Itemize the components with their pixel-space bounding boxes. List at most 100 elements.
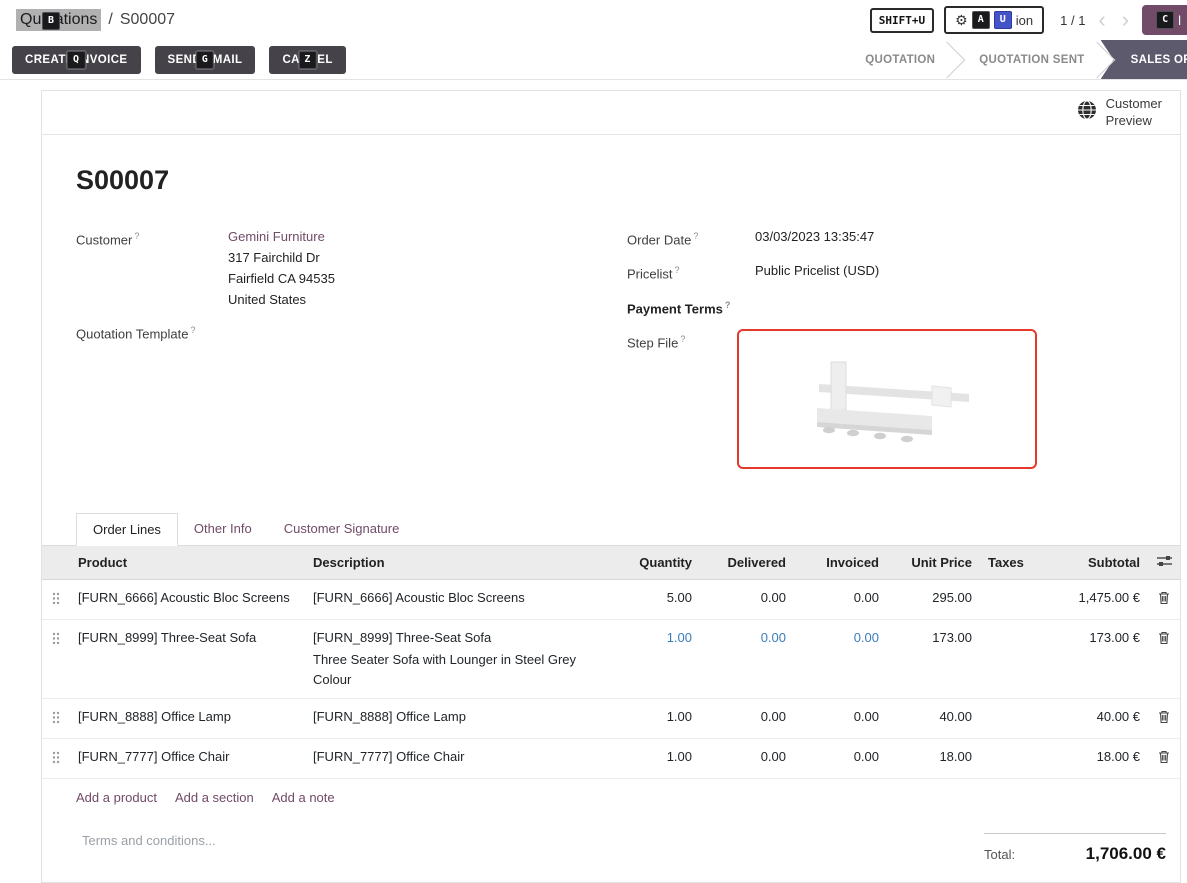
product-cell[interactable]: [FURN_6666] Acoustic Bloc Screens	[70, 579, 305, 619]
quotation-template-field: Quotation Template?	[76, 320, 591, 344]
subtotal-column-header[interactable]: Subtotal	[1028, 546, 1148, 580]
invoiced-column-header[interactable]: Invoiced	[794, 546, 887, 580]
summary-row: Terms and conditions... Total: 1,706.00 …	[42, 805, 1180, 882]
shortcut-badge-shift-u: SHIFT+U	[870, 8, 934, 33]
breadcrumb-current-record: S00007	[120, 11, 175, 29]
order-line-row[interactable]: [FURN_6666] Acoustic Bloc Screens [FURN_…	[42, 579, 1180, 619]
status-step-quotation[interactable]: QUOTATION	[837, 40, 951, 79]
cancel-button[interactable]: CANCEL Z	[269, 46, 345, 74]
customer-field-value: Gemini Furniture 317 Fairchild Dr Fairfi…	[228, 226, 335, 310]
partial-create-button-label: l	[1178, 13, 1181, 28]
quotation-sheet: Customer Preview S00007 Customer? Gemini…	[41, 90, 1181, 883]
pager-previous-icon[interactable]: ‹	[1095, 9, 1108, 31]
status-step-quotation-sent[interactable]: QUOTATION SENT	[951, 40, 1100, 79]
pricelist-value[interactable]: Public Pricelist (USD)	[755, 260, 879, 281]
delivered-cell: 0.00	[700, 698, 794, 738]
unit-price-cell[interactable]: 173.00	[887, 619, 980, 698]
order-date-value[interactable]: 03/03/2023 13:35:47	[755, 226, 874, 247]
field-column-left: Customer? Gemini Furniture 317 Fairchild…	[76, 226, 591, 354]
unit-price-cell[interactable]: 40.00	[887, 698, 980, 738]
customer-preview-button[interactable]: Customer Preview	[1077, 96, 1162, 129]
subtotal-cell: 40.00 €	[1028, 698, 1148, 738]
total-label: Total:	[984, 847, 1015, 862]
description-cell[interactable]: [FURN_6666] Acoustic Bloc Screens	[305, 579, 610, 619]
optional-columns-header[interactable]	[1148, 546, 1180, 580]
taxes-column-header[interactable]: Taxes	[980, 546, 1028, 580]
unit-price-cell[interactable]: 295.00	[887, 579, 980, 619]
breadcrumb-separator: /	[108, 11, 112, 29]
tab-other-info[interactable]: Other Info	[178, 513, 268, 545]
delivered-column-header[interactable]: Delivered	[700, 546, 794, 580]
taxes-cell[interactable]	[980, 619, 1028, 698]
delete-line-icon[interactable]	[1158, 751, 1170, 766]
invoiced-cell: 0.00	[794, 579, 887, 619]
customer-preview-label: Customer Preview	[1106, 96, 1162, 129]
action-buttons-group: CREATE INVOICE Q SEND EMAIL G CANCEL Z	[12, 46, 346, 74]
sheet-top-strip: Customer Preview	[42, 91, 1180, 135]
tab-order-lines[interactable]: Order Lines	[76, 513, 178, 546]
payment-terms-input[interactable]	[755, 295, 935, 316]
send-email-button[interactable]: SEND EMAIL G	[155, 46, 256, 74]
unit-price-cell[interactable]: 18.00	[887, 738, 980, 778]
delete-line-icon[interactable]	[1158, 632, 1170, 647]
drag-handle-icon[interactable]	[52, 633, 60, 648]
taxes-cell[interactable]	[980, 698, 1028, 738]
add-section-link[interactable]: Add a section	[175, 790, 254, 805]
keyboard-hint-b: B	[42, 12, 60, 30]
quotation-template-label: Quotation Template?	[76, 320, 228, 344]
step-file-field: Step File?	[627, 329, 1146, 469]
partial-create-button[interactable]: C l	[1142, 5, 1187, 35]
add-product-link[interactable]: Add a product	[76, 790, 157, 805]
delete-line-icon[interactable]	[1158, 711, 1170, 726]
terms-and-conditions-input[interactable]: Terms and conditions...	[82, 833, 216, 848]
pager-next-icon[interactable]: ›	[1119, 9, 1132, 31]
order-line-row[interactable]: [FURN_7777] Office Chair [FURN_7777] Off…	[42, 738, 1180, 778]
status-pipeline: QUOTATION QUOTATION SENT SALES ORDER	[837, 40, 1187, 79]
keyboard-hint-g: G	[196, 51, 214, 69]
quotation-template-input[interactable]	[228, 320, 408, 341]
product-column-header[interactable]: Product	[70, 546, 305, 580]
order-line-row[interactable]: [FURN_8888] Office Lamp [FURN_8888] Offi…	[42, 698, 1180, 738]
add-note-link[interactable]: Add a note	[272, 790, 335, 805]
delivered-cell: 0.00	[700, 619, 794, 698]
handle-column-header	[42, 546, 70, 580]
step-file-preview[interactable]	[737, 329, 1037, 469]
customer-link[interactable]: Gemini Furniture	[228, 226, 325, 247]
quantity-column-header[interactable]: Quantity	[610, 546, 700, 580]
pricelist-label: Pricelist?	[627, 260, 755, 284]
quantity-cell[interactable]: 5.00	[610, 579, 700, 619]
drag-handle-icon[interactable]	[52, 752, 60, 767]
action-menu-button[interactable]: ⚙ A U ion	[944, 6, 1044, 34]
quantity-cell[interactable]: 1.00	[610, 738, 700, 778]
unit-price-column-header[interactable]: Unit Price	[887, 546, 980, 580]
description-column-header[interactable]: Description	[305, 546, 610, 580]
taxes-cell[interactable]	[980, 579, 1028, 619]
optional-columns-icon[interactable]	[1157, 555, 1172, 570]
product-cell[interactable]: [FURN_7777] Office Chair	[70, 738, 305, 778]
product-cell[interactable]: [FURN_8999] Three-Seat Sofa	[70, 619, 305, 698]
delivered-cell: 0.00	[700, 738, 794, 778]
breadcrumb-quotations-link[interactable]: Quotations B	[16, 9, 101, 31]
keyboard-hint-a: A	[972, 11, 990, 29]
field-grid: Customer? Gemini Furniture 317 Fairchild…	[76, 226, 1146, 479]
breadcrumb: Quotations B / S00007	[16, 9, 175, 31]
tab-customer-signature[interactable]: Customer Signature	[268, 513, 416, 545]
quantity-cell[interactable]: 1.00	[610, 698, 700, 738]
description-cell[interactable]: [FURN_8999] Three-Seat SofaThree Seater …	[305, 619, 610, 698]
order-date-field: Order Date? 03/03/2023 13:35:47	[627, 226, 1146, 250]
description-cell[interactable]: [FURN_8888] Office Lamp	[305, 698, 610, 738]
quantity-cell[interactable]: 1.00	[610, 619, 700, 698]
order-line-row[interactable]: [FURN_8999] Three-Seat Sofa [FURN_8999] …	[42, 619, 1180, 698]
delete-line-icon[interactable]	[1158, 592, 1170, 607]
gear-icon: ⚙	[955, 12, 968, 29]
create-invoice-button[interactable]: CREATE INVOICE Q	[12, 46, 141, 74]
keyboard-hint-q: Q	[67, 51, 85, 69]
description-cell[interactable]: [FURN_7777] Office Chair	[305, 738, 610, 778]
drag-handle-icon[interactable]	[52, 593, 60, 608]
product-cell[interactable]: [FURN_8888] Office Lamp	[70, 698, 305, 738]
drag-handle-icon[interactable]	[52, 712, 60, 727]
invoiced-cell: 0.00	[794, 738, 887, 778]
customer-field-label: Customer?	[76, 226, 228, 250]
order-lines-table: Product Description Quantity Delivered I…	[42, 546, 1180, 779]
taxes-cell[interactable]	[980, 738, 1028, 778]
